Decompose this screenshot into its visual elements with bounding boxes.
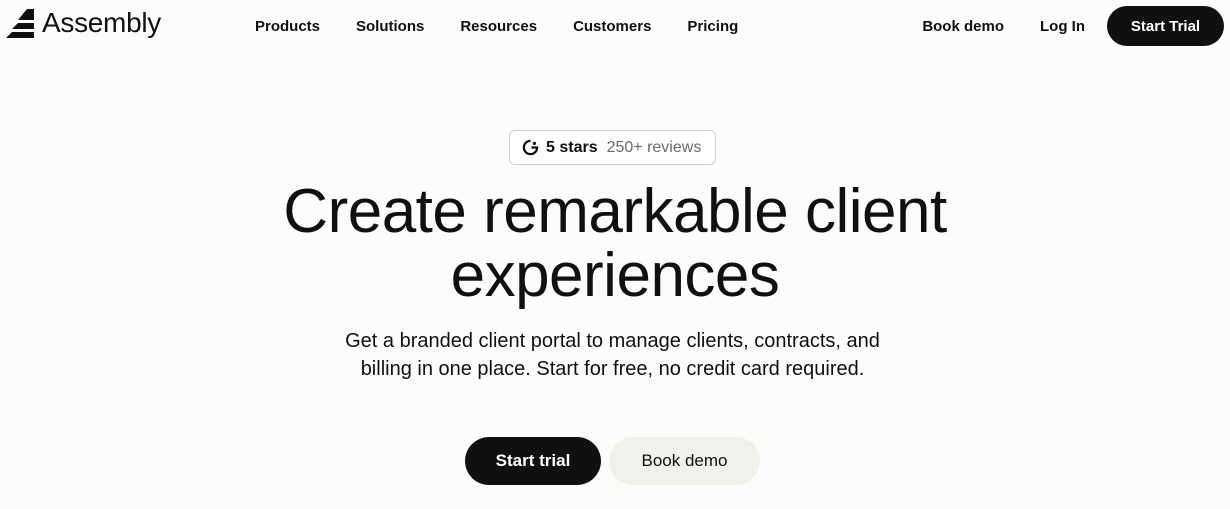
logo-text: Assembly bbox=[42, 7, 161, 38]
nav-resources[interactable]: Resources bbox=[442, 18, 555, 35]
g2-icon bbox=[522, 139, 539, 156]
nav-products[interactable]: Products bbox=[237, 18, 338, 35]
assembly-logo[interactable]: Assembly bbox=[4, 6, 161, 40]
book-demo-button[interactable]: Book demo bbox=[609, 437, 760, 485]
hero-subtitle: Get a branded client portal to manage cl… bbox=[345, 330, 880, 380]
nav-customers[interactable]: Customers bbox=[555, 18, 669, 35]
nav-actions: Book demo Log In Start Trial bbox=[904, 6, 1224, 46]
start-trial-nav-button[interactable]: Start Trial bbox=[1107, 6, 1224, 46]
nav-solutions[interactable]: Solutions bbox=[338, 18, 442, 35]
nav-pricing[interactable]: Pricing bbox=[669, 18, 756, 35]
hero-title-line-2: experiences bbox=[450, 241, 780, 310]
rating-stars: 5 stars bbox=[546, 138, 598, 156]
login-link[interactable]: Log In bbox=[1022, 18, 1103, 35]
hero-title: Create remarkable client experiences bbox=[0, 180, 1230, 308]
book-demo-link[interactable]: Book demo bbox=[904, 18, 1022, 35]
review-badge[interactable]: 5 stars 250+ reviews bbox=[509, 130, 716, 165]
top-navigation: Assembly Products Solutions Resources Cu… bbox=[0, 0, 1230, 52]
start-trial-button[interactable]: Start trial bbox=[465, 437, 601, 485]
assembly-logo-icon bbox=[6, 9, 34, 38]
main-menu: Products Solutions Resources Customers P… bbox=[237, 0, 756, 52]
hero-title-line-1: Create remarkable client bbox=[283, 177, 947, 246]
review-count: 250+ reviews bbox=[606, 138, 702, 156]
cta-group: Start trial Book demo bbox=[465, 437, 760, 485]
